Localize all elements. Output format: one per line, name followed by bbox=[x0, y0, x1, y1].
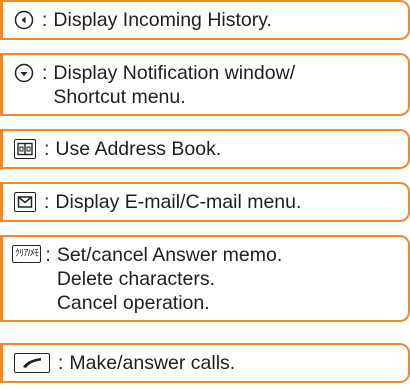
item-text: Set/cancel Answer memo. bbox=[56, 244, 283, 266]
clear-memo-key-label: ｸﾘｱ/ﾒﾓ bbox=[15, 248, 39, 260]
separator: : bbox=[45, 244, 51, 266]
separator: : bbox=[58, 352, 64, 374]
separator: : bbox=[42, 62, 48, 84]
item-row-mail: : Display E-mail/C-mail menu. bbox=[14, 190, 301, 214]
item-row-answer-memo: ｸﾘｱ/ﾒﾓ : Set/cancel Answer memo. Delete … bbox=[12, 243, 282, 315]
nav-left-circle-icon bbox=[14, 10, 34, 30]
separator: : bbox=[44, 191, 50, 213]
item-text: Use Address Book. bbox=[55, 138, 222, 160]
nav-down-circle-icon bbox=[14, 63, 34, 83]
item-row-notification: : Display Notification window/ Shortcut … bbox=[14, 61, 295, 109]
item-row-calls: : Make/answer calls. bbox=[14, 351, 235, 375]
item-text: Display Notification window/ bbox=[53, 62, 296, 84]
call-key-icon bbox=[14, 353, 50, 373]
address-book-key-icon bbox=[14, 139, 36, 159]
item-text: Display E-mail/C-mail menu. bbox=[55, 191, 302, 213]
clear-memo-key-icon: ｸﾘｱ/ﾒﾓ bbox=[12, 245, 42, 263]
item-row-incoming-history: : Display Incoming History. bbox=[14, 8, 272, 32]
item-text: Cancel operation. bbox=[56, 292, 210, 314]
item-text: Display Incoming History. bbox=[53, 9, 272, 31]
item-text: Make/answer calls. bbox=[69, 352, 236, 374]
separator: : bbox=[44, 138, 50, 160]
item-text: Delete characters. bbox=[56, 268, 216, 290]
item-row-address-book: : Use Address Book. bbox=[14, 137, 221, 161]
item-text: Shortcut menu. bbox=[53, 86, 186, 108]
mail-key-icon bbox=[14, 192, 36, 212]
separator: : bbox=[42, 9, 48, 31]
